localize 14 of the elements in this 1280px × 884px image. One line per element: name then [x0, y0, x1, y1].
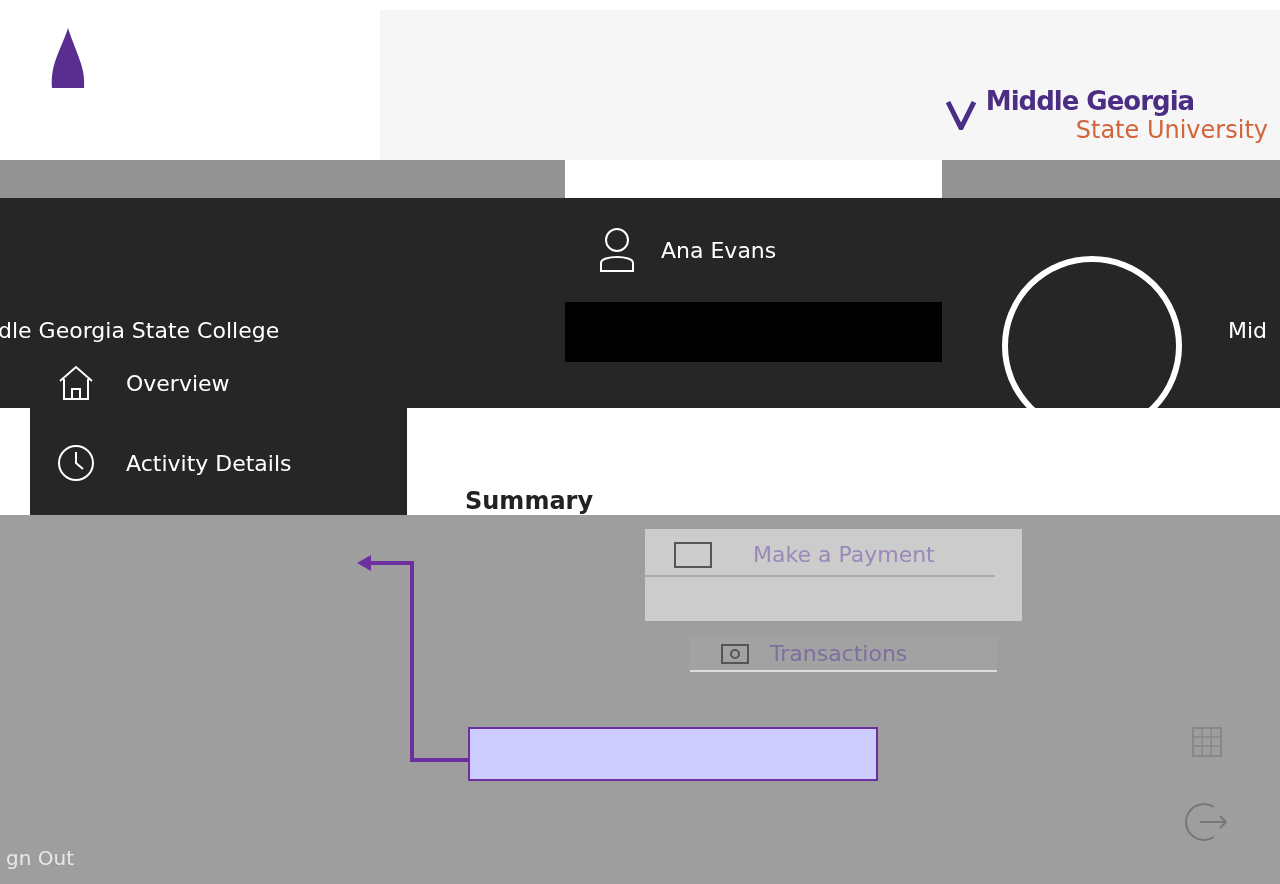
menu-item[interactable]: Activity Details [56, 423, 381, 503]
institution-name: Mid [1228, 318, 1268, 343]
menu-item[interactable]: Overview [56, 343, 381, 423]
institution-name: dle Georgia State College [0, 318, 280, 343]
logo-name: Middle Georgia [985, 86, 1195, 116]
clock-icon [56, 443, 96, 483]
logo-subtitle: State University [1075, 116, 1268, 144]
card-icon [673, 539, 713, 569]
section-heading: Summary [465, 487, 594, 515]
sign-out-link[interactable]: gn Out [6, 846, 640, 870]
user-icon [599, 227, 635, 273]
user-name: Ana Evans [661, 237, 777, 263]
logo-mark-icon [945, 100, 976, 130]
banknote-icon [720, 641, 750, 666]
